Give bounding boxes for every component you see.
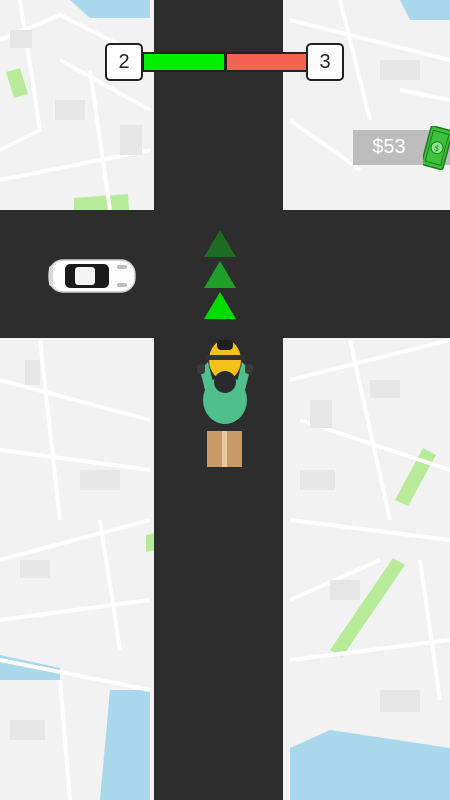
cash-bill-icon: $ [423,126,450,170]
money-amount: $53 [372,136,406,158]
progress-bar-completed [142,52,226,72]
next-level-badge: 3 [306,43,344,81]
money-counter: $53 $ [353,126,450,170]
game-map [0,0,450,800]
current-level-badge: 2 [105,43,143,81]
white-car [48,259,136,293]
progress-bar-remaining [225,52,309,72]
